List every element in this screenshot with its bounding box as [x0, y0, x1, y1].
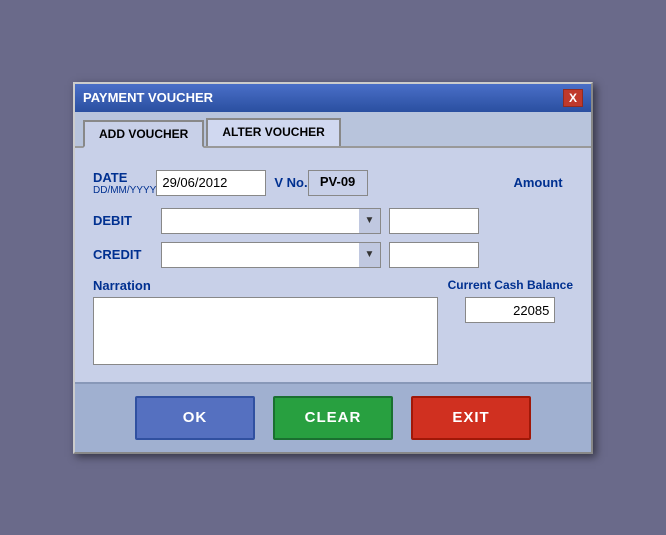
credit-dropdown-container: ▼ [161, 242, 381, 268]
credit-label: CREDIT [93, 247, 153, 262]
debit-amount-input[interactable] [389, 208, 479, 234]
exit-button[interactable]: EXIT [411, 396, 531, 440]
dropdown-arrow-icon2: ▼ [365, 249, 375, 260]
payment-voucher-window: PAYMENT VOUCHER X ADD VOUCHER ALTER VOUC… [73, 82, 593, 454]
vno-value: PV-09 [308, 170, 368, 196]
dropdown-arrow-icon: ▼ [365, 215, 375, 226]
credit-row: CREDIT ▼ [93, 242, 573, 268]
amount-label: Amount [503, 175, 573, 190]
date-label: DATE [93, 170, 156, 185]
title-bar: PAYMENT VOUCHER X [75, 84, 591, 112]
narration-input[interactable] [93, 297, 438, 365]
date-format-label: DD/MM/YYYY [93, 185, 156, 196]
form-content: DATE DD/MM/YYYY V No. PV-09 Amount DEBIT… [75, 148, 591, 370]
credit-input[interactable] [161, 242, 381, 268]
date-vno-row: DATE DD/MM/YYYY V No. PV-09 Amount [93, 170, 573, 196]
clear-button[interactable]: CLEAR [273, 396, 393, 440]
cash-balance-value: 22085 [465, 297, 555, 323]
date-label-block: DATE DD/MM/YYYY [93, 170, 156, 196]
credit-amount-input[interactable] [389, 242, 479, 268]
tab-add-voucher[interactable]: ADD VOUCHER [83, 120, 204, 148]
debit-row: DEBIT ▼ [93, 208, 573, 234]
debit-dropdown-arrow[interactable]: ▼ [359, 208, 381, 234]
ok-button[interactable]: OK [135, 396, 255, 440]
credit-dropdown-arrow[interactable]: ▼ [359, 242, 381, 268]
narration-section: Narration Current Cash Balance 22085 [93, 278, 573, 370]
date-input[interactable] [156, 170, 266, 196]
tab-bar: ADD VOUCHER ALTER VOUCHER [75, 112, 591, 148]
cash-balance-label: Current Cash Balance [448, 278, 573, 294]
debit-dropdown-container: ▼ [161, 208, 381, 234]
debit-label: DEBIT [93, 213, 153, 228]
narration-left: Narration [93, 278, 438, 370]
window-title: PAYMENT VOUCHER [83, 90, 213, 105]
vno-label: V No. [274, 175, 307, 190]
narration-label: Narration [93, 278, 438, 293]
narration-right: Current Cash Balance 22085 [448, 278, 573, 370]
footer: OK CLEAR EXIT [75, 382, 591, 452]
debit-input[interactable] [161, 208, 381, 234]
close-button[interactable]: X [563, 89, 583, 107]
tab-alter-voucher[interactable]: ALTER VOUCHER [206, 118, 340, 146]
